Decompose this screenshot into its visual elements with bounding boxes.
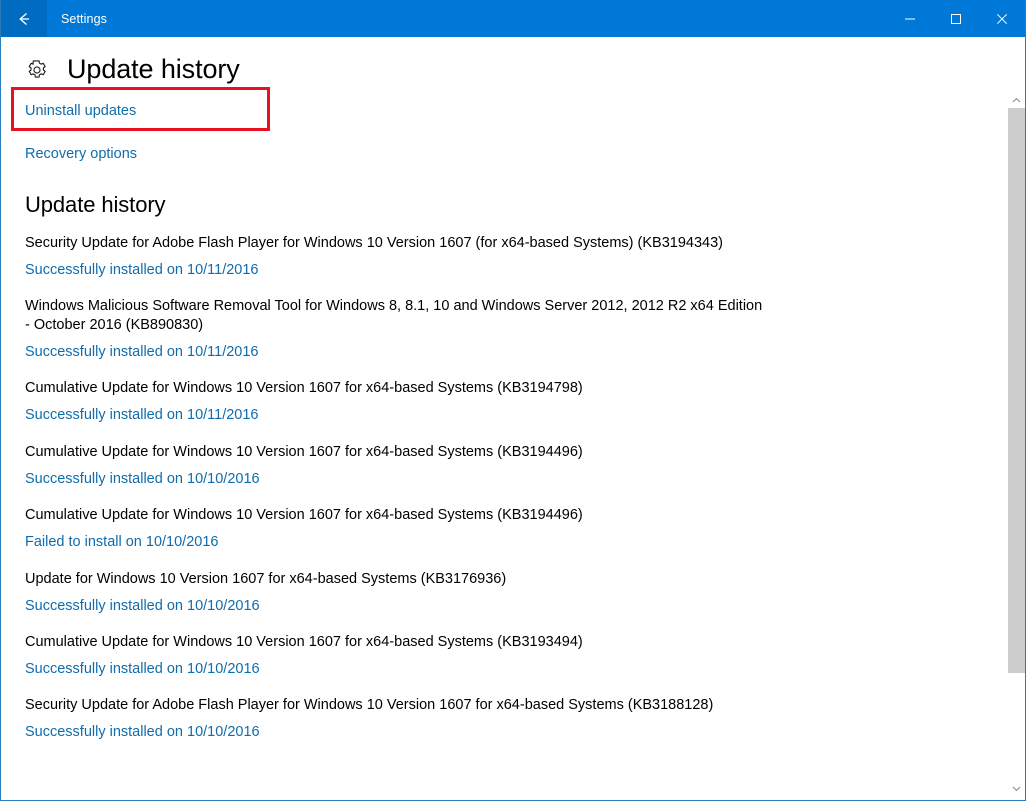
history-item-status-link[interactable]: Failed to install on 10/10/2016 [25, 534, 218, 551]
history-item-name: Cumulative Update for Windows 10 Version… [25, 443, 770, 462]
page-header: Update history [1, 37, 1025, 85]
vertical-scrollbar[interactable] [1008, 37, 1025, 800]
history-item: Cumulative Update for Windows 10 Version… [25, 379, 985, 424]
page-links: Uninstall updates Recovery options [1, 101, 1025, 165]
history-item-status-link[interactable]: Successfully installed on 10/10/2016 [25, 598, 260, 615]
maximize-button[interactable] [933, 0, 979, 37]
history-item-name: Cumulative Update for Windows 10 Version… [25, 633, 770, 652]
update-history-list: Security Update for Adobe Flash Player f… [1, 234, 1025, 742]
scrollbar-track[interactable] [1008, 108, 1025, 779]
history-item-name: Cumulative Update for Windows 10 Version… [25, 506, 770, 525]
history-item: Cumulative Update for Windows 10 Version… [25, 506, 985, 551]
back-arrow-icon [14, 9, 34, 29]
page-title: Update history [67, 55, 240, 85]
history-item: Security Update for Adobe Flash Player f… [25, 696, 985, 741]
history-item-status-link[interactable]: Successfully installed on 10/11/2016 [25, 262, 259, 279]
close-icon [996, 13, 1008, 25]
minimize-button[interactable] [887, 0, 933, 37]
history-item: Security Update for Adobe Flash Player f… [25, 234, 985, 279]
minimize-icon [904, 13, 916, 25]
history-item-status-link[interactable]: Successfully installed on 10/10/2016 [25, 471, 260, 488]
history-item-name: Security Update for Adobe Flash Player f… [25, 234, 770, 253]
history-item: Cumulative Update for Windows 10 Version… [25, 443, 985, 488]
scroll-up-button[interactable] [1008, 91, 1025, 108]
scrollbar-thumb[interactable] [1008, 108, 1025, 673]
history-item-name: Update for Windows 10 Version 1607 for x… [25, 570, 770, 589]
history-item-name: Security Update for Adobe Flash Player f… [25, 696, 770, 715]
maximize-icon [950, 13, 962, 25]
titlebar-spacer [107, 0, 887, 37]
recovery-options-row: Recovery options [25, 145, 1025, 165]
history-item-status-link[interactable]: Successfully installed on 10/10/2016 [25, 724, 260, 741]
close-button[interactable] [979, 0, 1025, 37]
recovery-options-link[interactable]: Recovery options [25, 146, 137, 163]
history-item-name: Cumulative Update for Windows 10 Version… [25, 379, 770, 398]
history-item-name: Windows Malicious Software Removal Tool … [25, 297, 770, 335]
back-button[interactable] [1, 0, 47, 37]
title-bar: Settings [1, 0, 1025, 37]
uninstall-updates-row: Uninstall updates [25, 101, 1025, 123]
scroll-down-arrow-icon [1012, 779, 1021, 797]
settings-window: Settings [0, 0, 1026, 801]
content-area: Update history Uninstall updates Recover… [1, 37, 1025, 800]
scroll-down-button[interactable] [1008, 779, 1025, 796]
window-title: Settings [47, 0, 107, 37]
history-item: Update for Windows 10 Version 1607 for x… [25, 570, 985, 615]
history-item-status-link[interactable]: Successfully installed on 10/11/2016 [25, 407, 259, 424]
history-item: Cumulative Update for Windows 10 Version… [25, 633, 985, 678]
history-item: Windows Malicious Software Removal Tool … [25, 297, 985, 361]
section-title: Update history [1, 192, 1025, 218]
gear-icon [25, 58, 49, 82]
uninstall-updates-link[interactable]: Uninstall updates [25, 103, 136, 120]
scroll-up-arrow-icon [1012, 91, 1021, 109]
history-item-status-link[interactable]: Successfully installed on 10/10/2016 [25, 661, 260, 678]
history-item-status-link[interactable]: Successfully installed on 10/11/2016 [25, 344, 259, 361]
